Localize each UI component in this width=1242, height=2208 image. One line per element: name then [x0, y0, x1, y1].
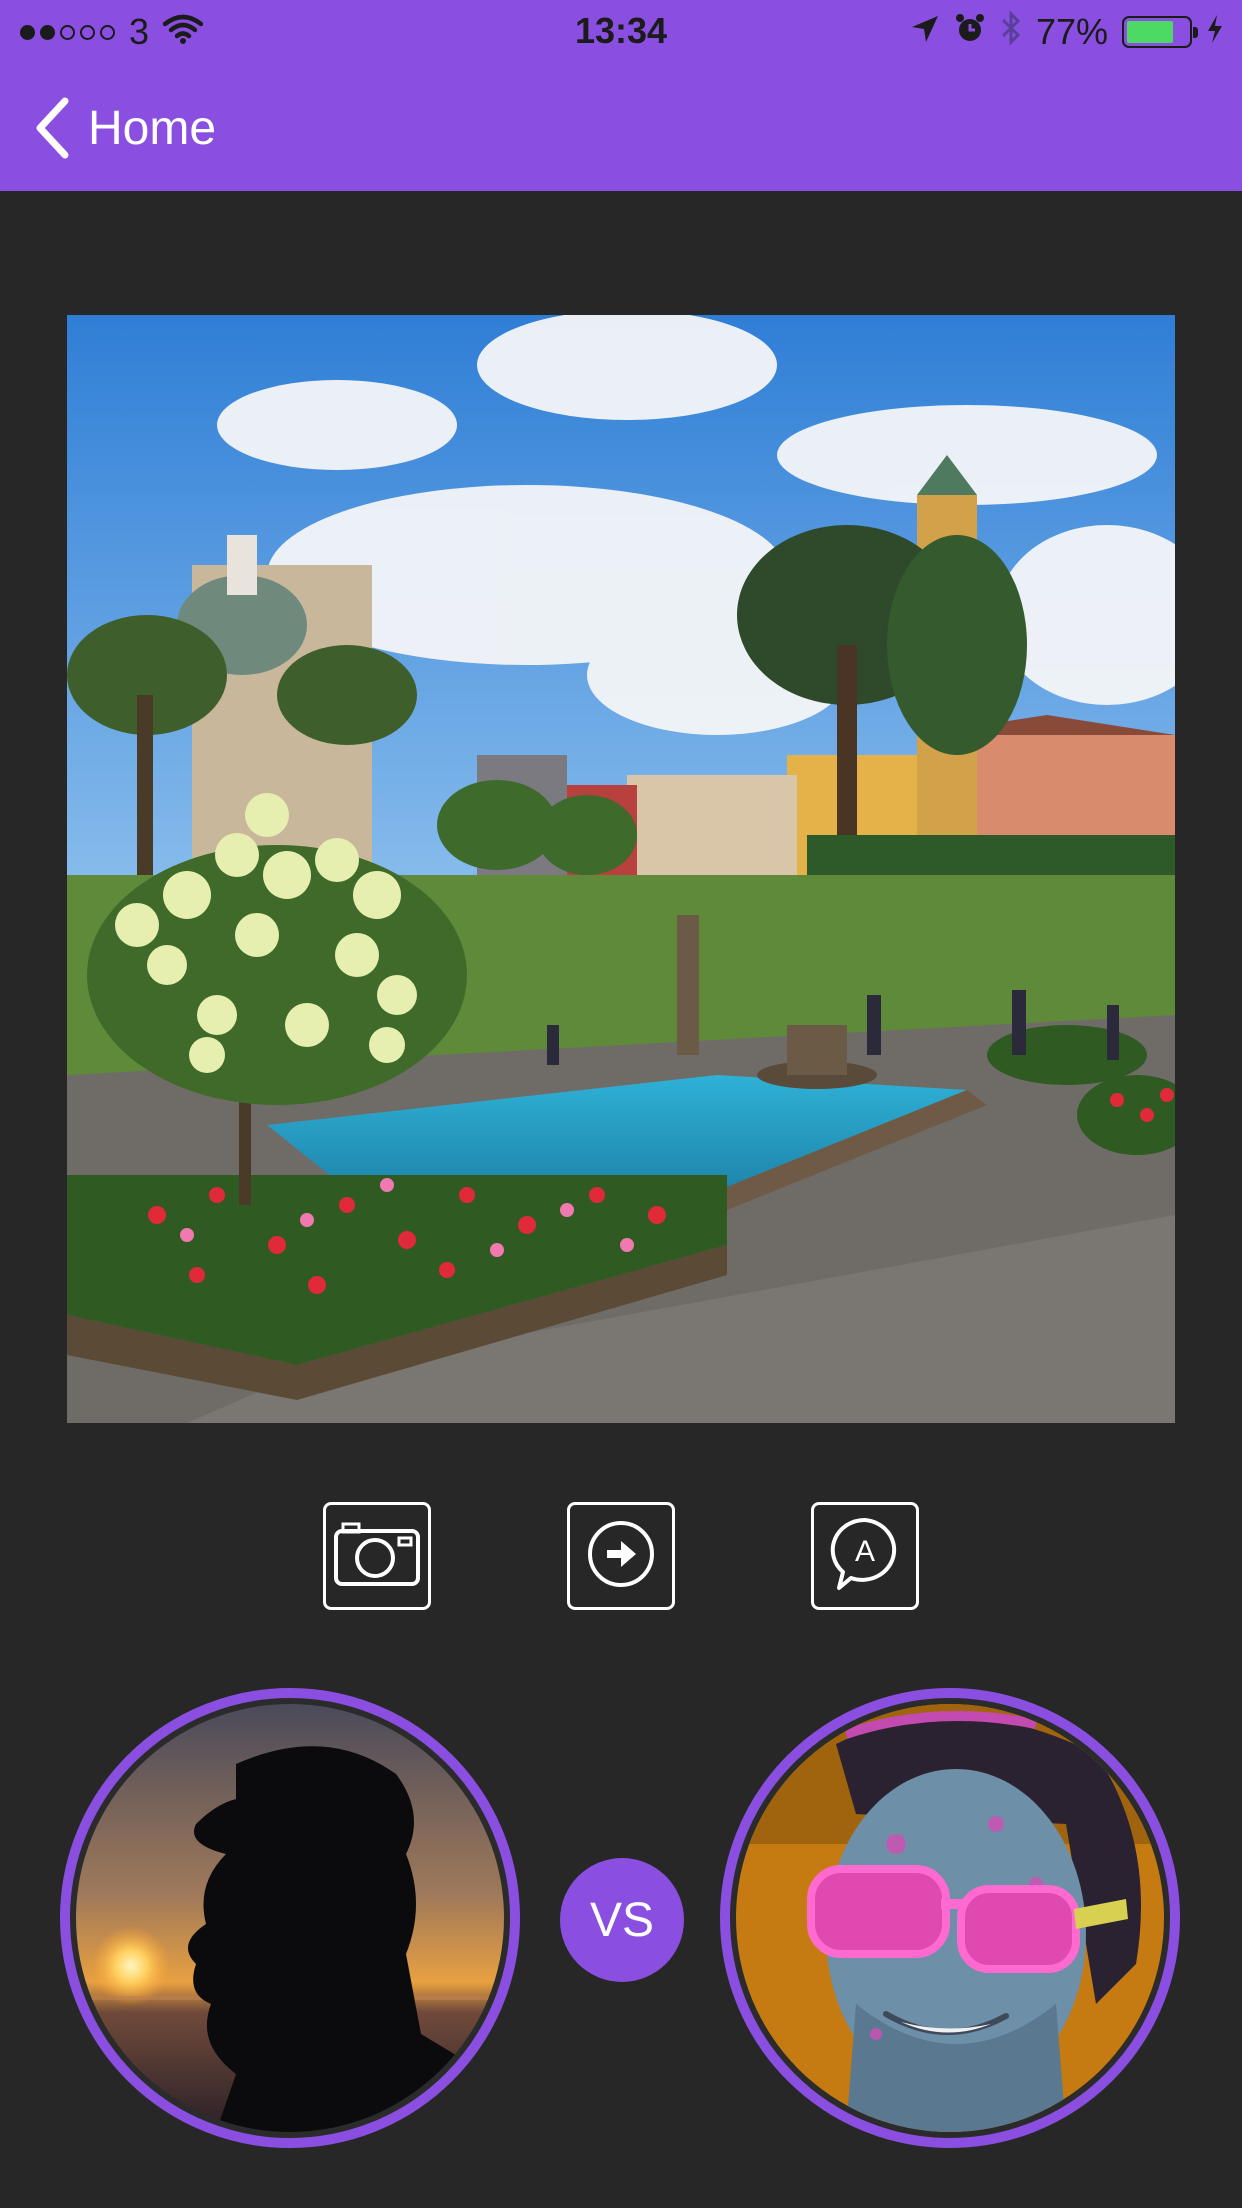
bluetooth-icon	[1000, 9, 1022, 54]
avatar-left-photo	[76, 1704, 504, 2132]
back-button[interactable]: Home	[34, 95, 216, 161]
battery-fill	[1127, 21, 1174, 43]
comment-button[interactable]: A	[811, 1502, 919, 1610]
alarm-icon	[954, 11, 986, 53]
status-bar: 3 13:34 77%	[0, 0, 1242, 62]
battery-icon	[1122, 16, 1198, 48]
back-label: Home	[88, 101, 217, 155]
versus-badge: VS	[560, 1858, 684, 1982]
chevron-left-icon	[34, 97, 70, 159]
location-arrow-icon	[910, 11, 940, 53]
camera-button[interactable]	[323, 1502, 431, 1610]
avatar-right[interactable]	[720, 1688, 1180, 2148]
avatar-left[interactable]	[60, 1688, 520, 2148]
camera-icon	[333, 1521, 421, 1592]
arrow-right-circle-icon	[586, 1519, 656, 1594]
comment-glyph: A	[855, 1535, 875, 1568]
charging-bolt-icon	[1206, 11, 1224, 53]
avatar-right-photo	[736, 1704, 1164, 2132]
main-photo[interactable]	[67, 315, 1175, 1423]
top-bar: 3 13:34 77% Home	[0, 0, 1242, 191]
next-button[interactable]	[567, 1502, 675, 1610]
status-right: 77%	[910, 9, 1224, 54]
speech-bubble-a-icon: A	[829, 1516, 901, 1597]
battery-percent: 77%	[1035, 11, 1108, 52]
